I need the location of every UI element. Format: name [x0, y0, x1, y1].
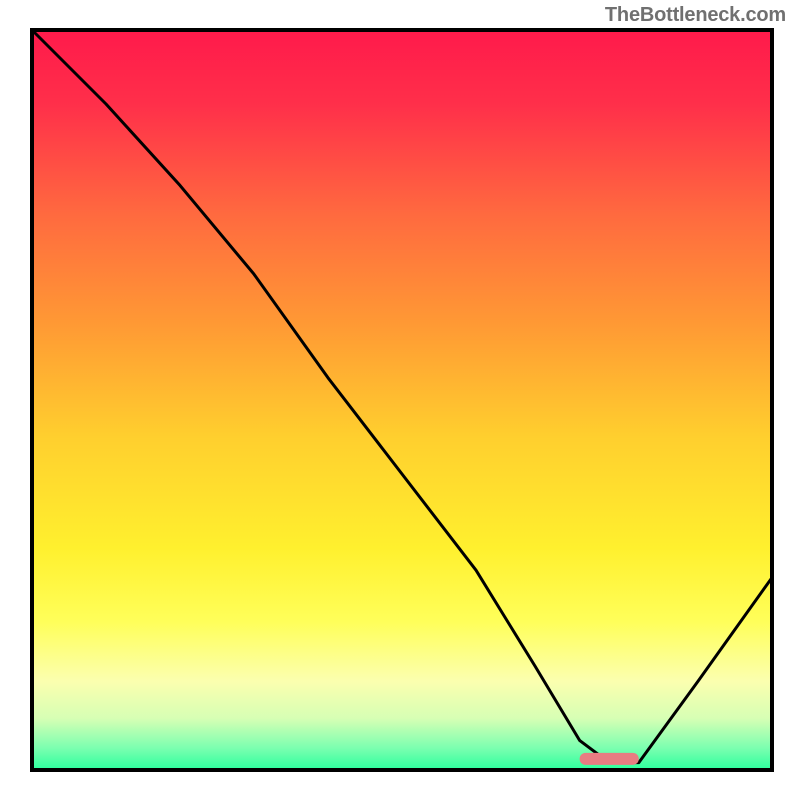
optimal-range-marker: [580, 753, 639, 765]
chart-frame: TheBottleneck.com: [0, 0, 800, 800]
watermark-label: TheBottleneck.com: [605, 4, 786, 27]
chart-svg: [0, 0, 800, 800]
plot-background: [32, 30, 772, 770]
